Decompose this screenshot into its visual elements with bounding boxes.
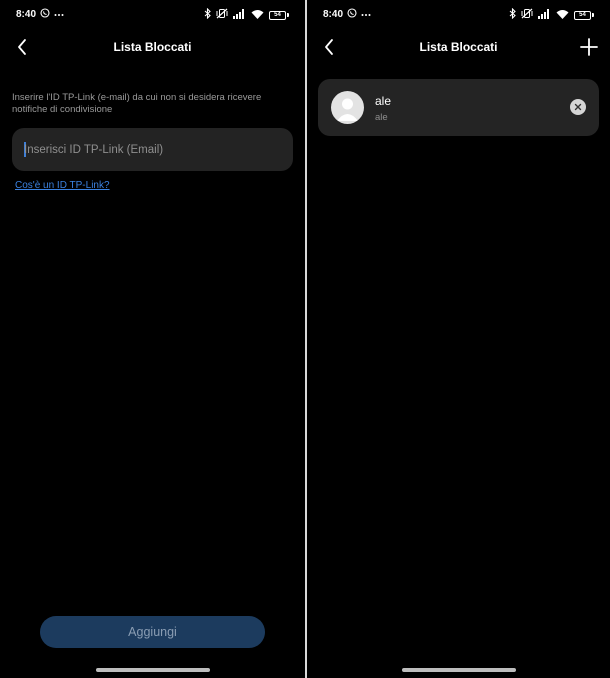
wifi-icon bbox=[251, 9, 264, 22]
email-field[interactable] bbox=[24, 128, 284, 171]
close-icon[interactable] bbox=[570, 99, 586, 115]
status-time: 8:40 bbox=[16, 9, 37, 20]
add-blocked-screen: 8:40 54 Lista Bloccati Inserire l'ID TP-… bbox=[0, 0, 305, 678]
page-title: Lista Bloccati bbox=[113, 40, 192, 54]
vibrate-off-icon bbox=[216, 8, 228, 22]
blocked-list-screen: 8:40 54 Lista Bloccati ale ale bbox=[307, 0, 610, 678]
signal-icon bbox=[538, 8, 551, 22]
home-indicator[interactable] bbox=[401, 668, 516, 672]
nav-bar: Lista Bloccati bbox=[307, 30, 610, 64]
battery-level: 54 bbox=[574, 10, 591, 20]
blocked-user-card[interactable]: ale ale bbox=[318, 79, 599, 136]
status-bar: 8:40 54 bbox=[307, 0, 610, 28]
whatsapp-icon bbox=[347, 8, 357, 21]
vibrate-off-icon bbox=[521, 8, 533, 22]
instruction-text: Inserire l'ID TP-Link (e-mail) da cui no… bbox=[12, 92, 262, 115]
whatsapp-icon bbox=[40, 8, 50, 21]
avatar-icon bbox=[331, 91, 364, 124]
add-button[interactable]: Aggiungi bbox=[40, 616, 265, 648]
blocked-user-id: ale bbox=[375, 112, 388, 123]
email-field-container bbox=[12, 128, 293, 171]
battery-icon: 54 bbox=[269, 10, 289, 20]
bluetooth-icon bbox=[509, 7, 516, 22]
home-indicator[interactable] bbox=[95, 668, 210, 672]
nav-bar: Lista Bloccati bbox=[0, 30, 305, 64]
add-icon[interactable] bbox=[578, 36, 600, 58]
more-icon bbox=[54, 9, 64, 20]
signal-icon bbox=[233, 8, 246, 22]
blocked-user-name: ale bbox=[375, 94, 392, 108]
help-link[interactable]: Cos'è un ID TP-Link? bbox=[15, 180, 110, 191]
more-icon bbox=[361, 9, 371, 20]
bluetooth-icon bbox=[204, 7, 211, 22]
wifi-icon bbox=[556, 9, 569, 22]
status-bar: 8:40 54 bbox=[0, 0, 305, 28]
status-time: 8:40 bbox=[323, 9, 344, 20]
page-title: Lista Bloccati bbox=[419, 40, 498, 54]
battery-level: 54 bbox=[269, 10, 286, 20]
battery-icon: 54 bbox=[574, 10, 594, 20]
